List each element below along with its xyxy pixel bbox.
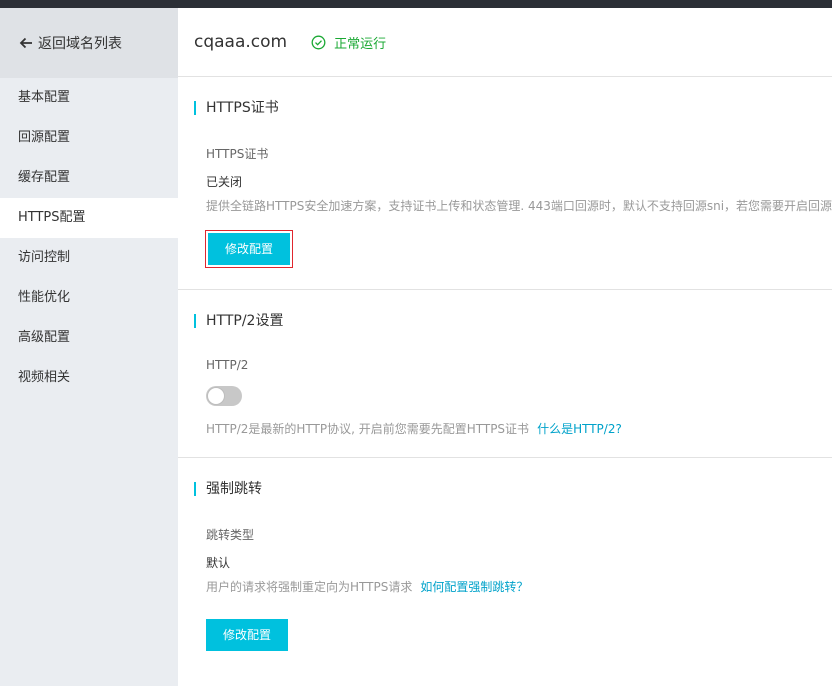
force-redirect-section: 强制跳转 跳转类型 默认 用户的请求将强制重定向为HTTPS请求 如何配置强制跳转… (178, 458, 832, 686)
edit-redirect-config-button[interactable]: 修改配置 (206, 619, 288, 651)
field-label: 跳转类型 (206, 528, 255, 542)
http2-description: HTTP/2是最新的HTTP协议, 开启前您需要先配置HTTPS证书 (206, 422, 530, 436)
redirect-description: 用户的请求将强制重定向为HTTPS请求 (206, 580, 413, 594)
field-label: HTTPS证书 (206, 147, 269, 161)
page-header: cqaaa.com 正常运行 (178, 8, 832, 77)
sidebar-item-cache[interactable]: 缓存配置 (0, 158, 178, 198)
config-nav: 基本配置 回源配置 缓存配置 HTTPS配置 访问控制 性能优化 高级配置 视频… (0, 78, 178, 398)
field-description: HTTP/2是最新的HTTP协议, 开启前您需要先配置HTTPS证书 什么是HTT… (194, 420, 832, 437)
https-status-value: 已关闭 (206, 175, 243, 189)
sidebar-item-advanced[interactable]: 高级配置 (0, 318, 178, 358)
main-content: cqaaa.com 正常运行 HTTPS证书 HTTPS证书 已关闭 提供全链路… (178, 8, 832, 686)
field-description: 提供全链路HTTPS安全加速方案，支持证书上传和状态管理. 443端口回源时，默… (206, 199, 832, 213)
back-to-domain-list-button[interactable]: 返回域名列表 (0, 8, 178, 78)
highlight-frame: 修改配置 (205, 230, 293, 268)
sidebar-item-performance[interactable]: 性能优化 (0, 278, 178, 318)
sidebar-item-origin[interactable]: 回源配置 (0, 118, 178, 158)
http2-section: HTTP/2设置 HTTP/2 HTTP/2是最新的HTTP协议, 开启前您需要… (178, 290, 832, 458)
section-title: HTTP/2设置 (194, 314, 832, 328)
domain-name: cqaaa.com (194, 32, 288, 52)
section-title: 强制跳转 (194, 482, 832, 496)
sidebar: 返回域名列表 基本配置 回源配置 缓存配置 HTTPS配置 访问控制 性能优化 … (0, 8, 178, 686)
status-text: 正常运行 (334, 36, 387, 52)
sidebar-item-basic[interactable]: 基本配置 (0, 78, 178, 118)
http2-toggle[interactable] (206, 386, 242, 406)
redirect-type-value: 默认 (206, 556, 231, 570)
status-badge: 正常运行 (311, 33, 386, 52)
field-description: 用户的请求将强制重定向为HTTPS请求 如何配置强制跳转？ (194, 578, 832, 595)
sidebar-item-access-control[interactable]: 访问控制 (0, 238, 178, 278)
toggle-knob (207, 387, 225, 405)
top-bar (0, 0, 832, 8)
arrow-left-icon (18, 35, 34, 51)
section-title: HTTPS证书 (194, 101, 832, 115)
sidebar-item-video[interactable]: 视频相关 (0, 358, 178, 398)
what-is-http2-link[interactable]: 什么是HTTP/2? (537, 422, 622, 436)
field-label: HTTP/2 (206, 358, 249, 372)
how-to-configure-redirect-link[interactable]: 如何配置强制跳转？ (420, 580, 528, 594)
https-section: HTTPS证书 HTTPS证书 已关闭 提供全链路HTTPS安全加速方案，支持证… (178, 77, 832, 290)
back-label: 返回域名列表 (38, 36, 122, 52)
sidebar-item-https[interactable]: HTTPS配置 (0, 198, 178, 238)
edit-https-config-button[interactable]: 修改配置 (208, 233, 290, 265)
check-circle-icon (311, 35, 326, 50)
